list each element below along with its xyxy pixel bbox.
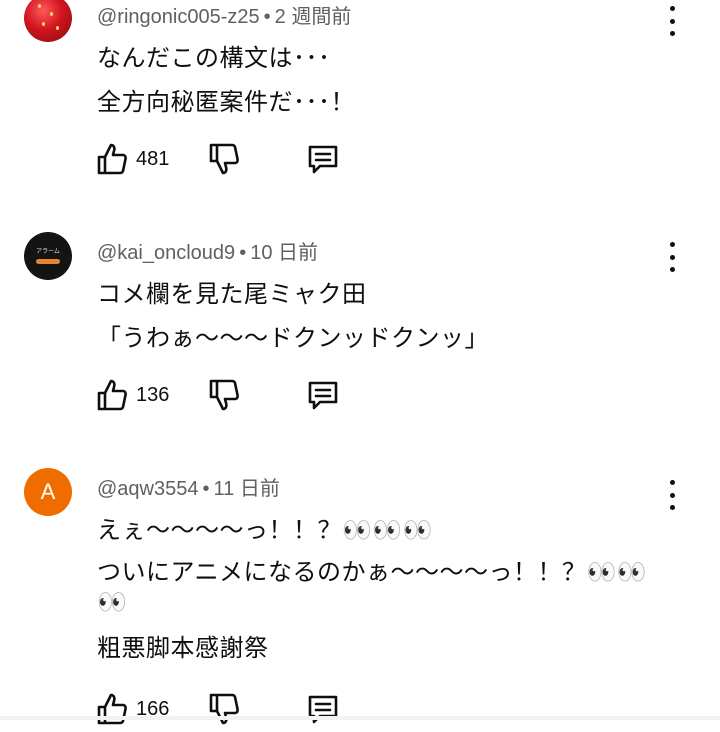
reply-button[interactable] [306, 378, 340, 412]
avatar[interactable]: アラーム [24, 232, 72, 280]
comment-text-line: えぇ〜〜〜〜っ！！？👀👀👀 [97, 516, 434, 544]
comment-text-line: 「うわぁ〜〜〜ドクンッドクンッ」 [97, 324, 489, 352]
avatar[interactable] [24, 0, 72, 42]
comment-time[interactable]: 10 日前 [250, 242, 318, 264]
comment-text-line: ついにアニメになるのかぁ〜〜〜〜っ！！？👀👀 [97, 558, 648, 586]
comment-time[interactable]: 2 週間前 [275, 6, 352, 28]
comment-author[interactable]: @aqw3554 [97, 478, 198, 500]
like-count: 481 [136, 147, 170, 170]
reply-icon [306, 378, 340, 412]
dislike-button[interactable] [208, 692, 240, 726]
like-button[interactable]: 136 [96, 378, 169, 412]
comment-text-line: コメ欄を見た尾ミャク田 [97, 280, 367, 308]
like-button[interactable]: 166 [96, 692, 169, 726]
more-options-icon[interactable] [660, 242, 684, 272]
more-options-icon[interactable] [660, 6, 684, 36]
comment-author[interactable]: @kai_oncloud9 [97, 242, 235, 264]
dislike-icon [208, 692, 240, 726]
reply-icon [306, 142, 340, 176]
avatar-pill [36, 259, 60, 264]
like-icon [96, 142, 128, 176]
like-icon [96, 378, 128, 412]
screen-bottom-edge [0, 716, 720, 720]
comment-meta: @kai_oncloud9 • 10 日前 [97, 242, 319, 264]
reply-button[interactable] [306, 692, 340, 726]
comment-text-line: 全方向秘匿案件だ･･･！ [97, 88, 355, 116]
reply-icon [306, 692, 340, 726]
dislike-button[interactable] [208, 142, 240, 176]
comment-author[interactable]: @ringonic005-z25 [97, 6, 260, 28]
comment-meta: @aqw3554 • 11 日前 [97, 478, 280, 500]
dislike-icon [208, 142, 240, 176]
like-icon [96, 692, 128, 726]
dislike-button[interactable] [208, 378, 240, 412]
like-count: 136 [136, 383, 170, 406]
avatar[interactable]: A [24, 468, 72, 516]
comment-text-line: 粗悪脚本感謝祭 [97, 634, 269, 662]
comment-time[interactable]: 11 日前 [214, 478, 280, 500]
avatar-app-label: アラーム [36, 248, 60, 255]
like-button[interactable]: 481 [96, 142, 169, 176]
comment-text-line: なんだこの構文は･･･ [97, 44, 331, 72]
more-options-icon[interactable] [660, 480, 684, 510]
reply-button[interactable] [306, 142, 340, 176]
comment-text-line: 👀 [97, 588, 128, 616]
avatar-letter: A [40, 479, 56, 504]
comment-meta: @ringonic005-z25 • 2 週間前 [97, 6, 352, 28]
dislike-icon [208, 378, 240, 412]
